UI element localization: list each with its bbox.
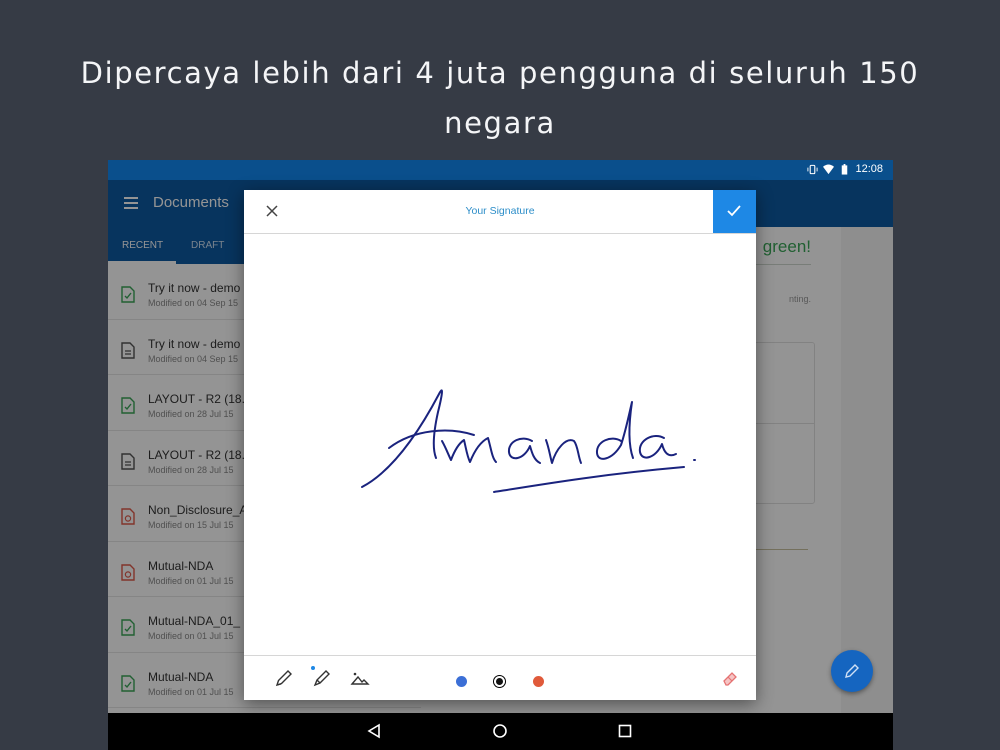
signature-drawing — [361, 389, 696, 493]
dialog-header: Your Signature — [244, 190, 756, 234]
status-bar: 12:08 — [108, 160, 893, 180]
battery-icon — [842, 163, 848, 175]
pen-icon[interactable] — [274, 668, 294, 688]
signature-dialog: Your Signature — [244, 190, 756, 700]
vibrate-icon — [807, 164, 819, 174]
dialog-title: Your Signature — [465, 205, 535, 217]
check-icon — [727, 205, 741, 217]
marker-icon[interactable] — [312, 668, 332, 688]
color-red-swatch[interactable] — [533, 676, 544, 687]
color-blue-swatch[interactable] — [456, 676, 467, 687]
navigation-bar — [108, 713, 893, 750]
status-time: 12:08 — [855, 163, 883, 175]
signature-toolbar — [244, 655, 756, 701]
back-icon[interactable] — [366, 722, 384, 740]
edit-fab-button[interactable] — [831, 650, 873, 692]
home-icon[interactable] — [491, 722, 509, 740]
pencil-icon — [845, 664, 859, 678]
recents-icon[interactable] — [616, 722, 634, 740]
headline: Dipercaya lebih dari 4 juta pengguna di … — [0, 48, 1000, 148]
eraser-icon[interactable] — [720, 668, 740, 688]
headline-line1: Dipercaya lebih dari 4 juta pengguna di … — [80, 56, 920, 90]
confirm-button[interactable] — [713, 190, 756, 233]
signature-canvas[interactable] — [244, 234, 756, 655]
headline-line2: negara — [444, 106, 556, 140]
image-icon[interactable] — [350, 668, 370, 688]
color-black-swatch[interactable] — [496, 678, 503, 685]
wifi-icon — [823, 163, 835, 174]
